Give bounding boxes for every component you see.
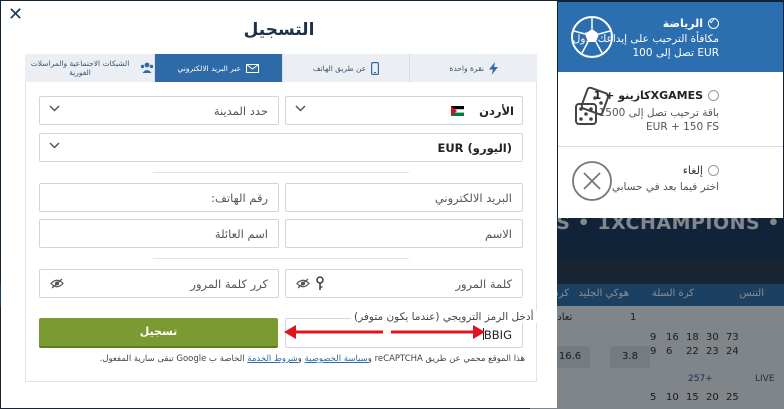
bonus-option-cancel[interactable]: إلغاء اختر فيما بعد في حسابي [558,147,783,218]
confirm-password-placeholder: كرر كلمة المرور [190,277,268,291]
city-placeholder: حدد المدينة [213,104,268,118]
tab-one-click[interactable]: نقرة واحدة [410,54,538,82]
casino-dice-icon [575,86,610,125]
first-name-field[interactable]: الاسم [285,219,523,248]
last-name-placeholder: اسم العائلة [214,227,268,241]
envelope-icon [246,63,260,73]
country-select[interactable]: الأردن [285,96,523,125]
currency-value: EUR (اليورو) [437,141,512,155]
legal-text: هذا الموقع محمي عن طريق reCAPTCHA و [367,354,525,364]
promo-code-label: أدخل الرمز الترويجي (عندما يكون متوفر) [351,311,537,323]
tab-social-networks[interactable]: الشبكات الاجتماعية والمراسلات الفورية [25,54,155,82]
tab-label: عبر البريد الالكتروني [177,63,242,73]
radio-unselected[interactable] [708,90,719,101]
promo-code-value: BBIG [482,328,512,342]
jordan-flag-icon [451,106,464,116]
tab-label: الشبكات الاجتماعية والمراسلات الفورية [30,59,130,77]
users-icon [140,62,154,73]
country-value: الأردن [479,104,514,118]
promo-code-text: BBIG [483,328,512,342]
privacy-policy-link[interactable]: سياسة الخصوصية [305,354,368,364]
first-name-placeholder: الاسم [484,227,512,241]
legal-text: و [297,354,305,364]
tab-phone[interactable]: عن طريق الهاتف [282,54,411,82]
email-field[interactable]: البريد الالكتروني [285,183,523,212]
bonus-title: الرياضة [662,17,703,30]
chevron-down-icon [49,142,60,149]
modal-title: التسجيل [243,20,315,40]
bonus-option-casino[interactable]: كازينو + 1XGAMES باقة ترحيب تصل إلى 1500… [558,72,783,146]
key-icon[interactable] [316,276,324,291]
phone-icon [371,61,380,75]
confirm-password-field[interactable]: كرر كلمة المرور [39,269,279,298]
registration-modal: ✕ التسجيل الشبكات الاجتماعية والمراسلات … [1,1,557,408]
bonus-panel: ✓ الرياضة مكافأة الترحيب على إيداعك الأو… [558,2,783,218]
phone-placeholder: :رقم الهاتف [211,191,268,205]
chevron-down-icon [49,105,60,112]
cancel-circle-icon [572,161,612,201]
soccer-ball-icon [571,16,613,58]
tab-email[interactable]: عبر البريد الالكتروني [155,54,283,82]
tab-label: نقرة واحدة [449,63,484,73]
password-field[interactable]: كلمة المرور [285,269,523,298]
bonus-title: إلغاء [682,164,703,177]
currency-select[interactable]: EUR (اليورو) [39,133,523,162]
radio-unselected[interactable] [708,165,719,176]
register-button[interactable]: تسجيل [39,318,278,348]
registration-method-tabs: الشبكات الاجتماعية والمراسلات الفورية عب… [25,54,538,82]
eye-slash-icon[interactable] [296,278,310,289]
left-arrow-annotation [284,325,383,339]
email-placeholder: البريد الالكتروني [434,191,512,205]
eye-slash-icon[interactable] [50,278,64,289]
section-divider [153,258,409,259]
terms-of-service-link[interactable]: شروط الخدمة [247,354,298,364]
last-name-field[interactable]: اسم العائلة [39,219,279,248]
chevron-down-icon [295,105,306,112]
city-select[interactable]: حدد المدينة [39,96,279,125]
section-divider [153,172,409,173]
password-placeholder: كلمة المرور [455,277,512,291]
right-arrow-annotation [391,325,485,339]
lightning-icon [488,61,498,75]
recaptcha-notice: هذا الموقع محمي عن طريق reCAPTCHA وسياسة… [39,354,525,364]
check-icon: ✓ [708,16,717,27]
bonus-option-sport[interactable]: ✓ الرياضة مكافأة الترحيب على إيداعك الأو… [558,2,783,72]
tab-label: عن طريق الهاتف [312,63,367,73]
legal-text: الخاصة ب Google تبقى سارية المفعول. [99,354,248,364]
phone-field[interactable]: :رقم الهاتف [39,183,279,212]
